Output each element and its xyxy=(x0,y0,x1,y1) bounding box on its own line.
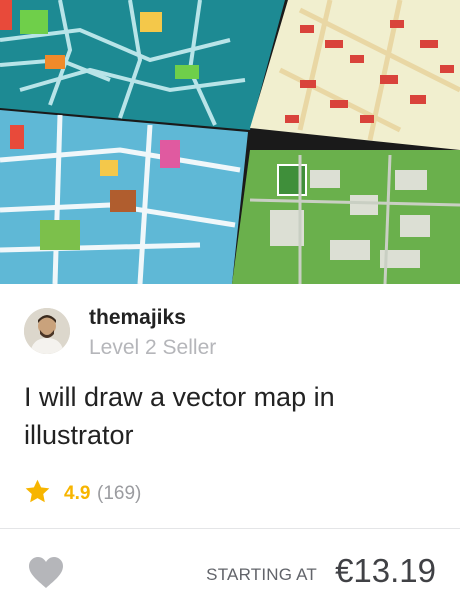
gig-title[interactable]: I will draw a vector map in illustrator xyxy=(24,378,444,454)
gig-thumbnail[interactable] xyxy=(0,0,460,284)
heart-icon[interactable] xyxy=(28,556,64,589)
rating-count: (169) xyxy=(97,483,142,504)
rating-score: 4.9 xyxy=(64,483,91,504)
star-icon xyxy=(25,479,50,503)
gig-card[interactable]: themajiks Level 2 Seller I will draw a v… xyxy=(0,0,460,616)
footer-divider xyxy=(0,528,460,529)
avatar-image xyxy=(24,308,70,354)
seller-level: Level 2 Seller xyxy=(89,336,217,359)
map-collage-image xyxy=(0,0,460,284)
price-label: STARTING AT xyxy=(206,565,317,584)
price-amount[interactable]: €13.19 xyxy=(335,552,436,590)
seller-avatar[interactable] xyxy=(24,308,70,354)
seller-name[interactable]: themajiks xyxy=(89,306,186,330)
